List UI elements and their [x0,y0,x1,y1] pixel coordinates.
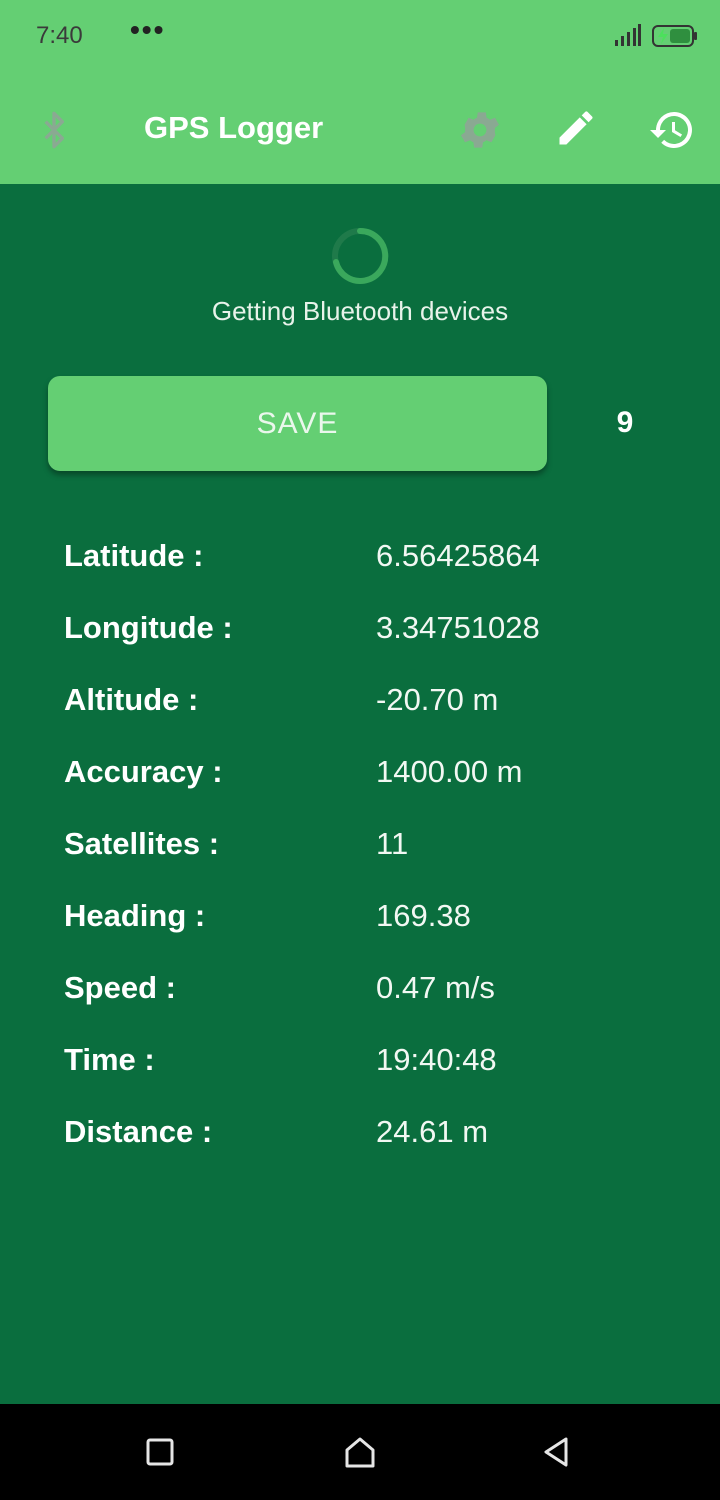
home-icon[interactable] [340,1434,380,1475]
app-bar: GPS Logger [0,72,720,184]
accuracy-value: 1400.00 m [376,754,523,789]
app-title: GPS Logger [144,110,324,145]
info-row-altitude: Altitude : -20.70 m [0,682,720,742]
time-label: Time : [64,1042,155,1077]
navigation-bar [0,1404,720,1500]
info-row-speed: Speed : 0.47 m/s [0,970,720,1030]
settings-icon[interactable] [456,106,504,159]
time-value: 19:40:48 [376,1042,497,1077]
loading-spinner-icon [330,226,390,291]
history-icon[interactable] [648,106,696,159]
satellites-label: Satellites : [64,826,220,861]
status-bar: 7:40 ••• [0,0,720,72]
status-message: Getting Bluetooth devices [211,296,509,326]
satellites-value: 11 [376,826,409,861]
point-count: 9 [616,406,634,439]
info-row-longitude: Longitude : 3.34751028 [0,610,720,670]
info-row-time: Time : 19:40:48 [0,1042,720,1102]
distance-label: Distance : [64,1114,213,1149]
info-row-distance: Distance : 24.61 m [0,1114,720,1174]
info-row-heading: Heading : 169.38 [0,898,720,958]
info-row-satellites: Satellites : 11 [0,826,720,886]
back-icon[interactable] [538,1434,574,1475]
accuracy-label: Accuracy : [64,754,223,789]
longitude-label: Longitude : [64,610,233,645]
battery-charging-icon [652,24,698,53]
altitude-value: -20.70 m [376,682,499,717]
recents-icon[interactable] [142,1434,178,1475]
info-row-accuracy: Accuracy : 1400.00 m [0,754,720,814]
edit-icon[interactable] [554,106,598,155]
bluetooth-icon[interactable] [34,108,74,157]
speed-value: 0.47 m/s [376,970,495,1005]
save-button[interactable]: SAVE [48,376,547,471]
latitude-label: Latitude : [64,538,204,573]
heading-value: 169.38 [376,898,471,933]
heading-label: Heading : [64,898,206,933]
status-time: 7:40 [36,22,83,49]
signal-icon [614,24,642,53]
info-row-latitude: Latitude : 6.56425864 [0,538,720,598]
altitude-label: Altitude : [64,682,199,717]
distance-value: 24.61 m [376,1114,489,1149]
more-dots-icon: ••• [130,14,166,45]
latitude-value: 6.56425864 [376,538,540,573]
longitude-value: 3.34751028 [376,610,540,645]
speed-label: Speed : [64,970,176,1005]
